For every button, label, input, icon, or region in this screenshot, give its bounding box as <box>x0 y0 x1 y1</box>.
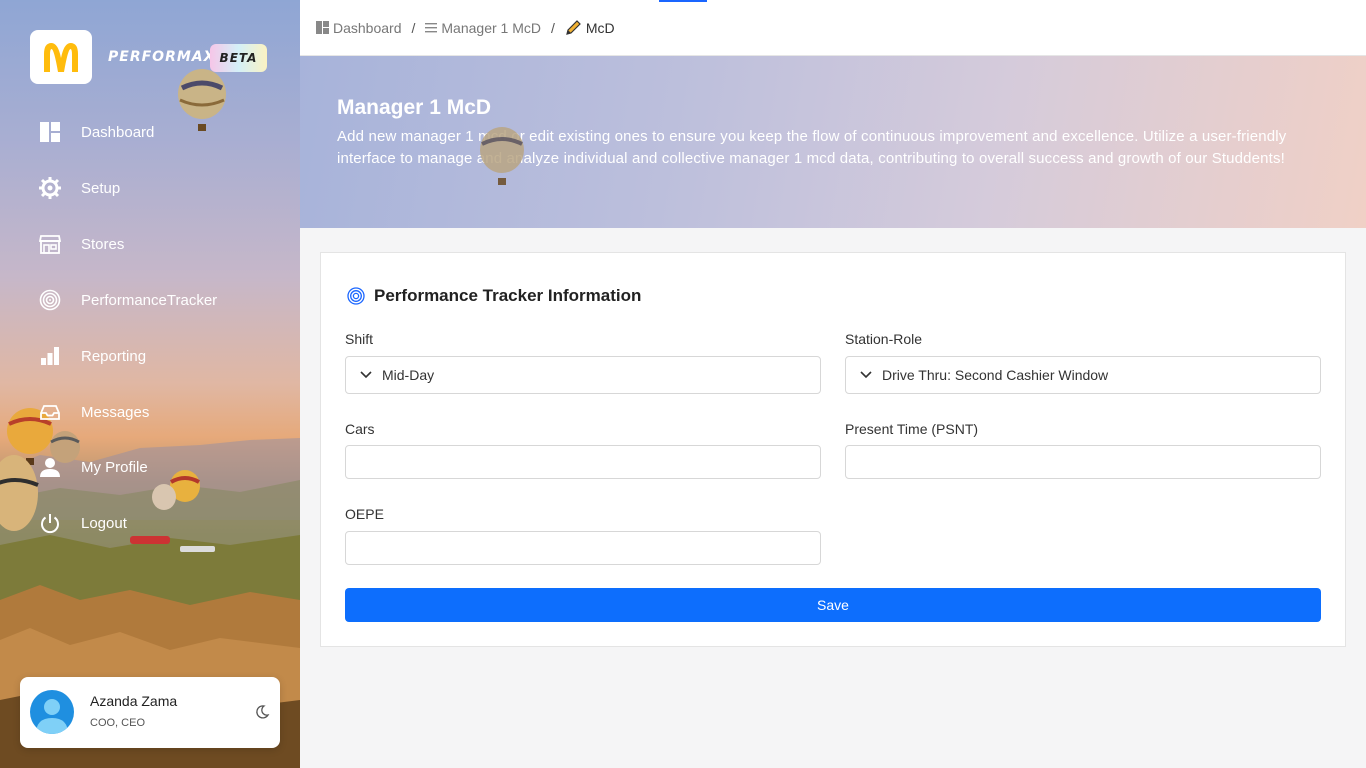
beta-badge: BETA <box>210 44 267 72</box>
power-icon <box>38 511 62 535</box>
chevron-down-icon <box>360 371 372 379</box>
oepe-input[interactable] <box>345 531 821 565</box>
breadcrumb-separator: / <box>411 19 416 36</box>
sidebar-item-label: Reporting <box>81 347 147 365</box>
sidebar-item-my-profile[interactable]: My Profile <box>38 453 148 481</box>
sidebar-item-dashboard[interactable]: Dashboard <box>38 118 154 146</box>
breadcrumb-current: McD <box>585 19 615 36</box>
gear-icon <box>38 176 62 200</box>
sidebar-item-logout[interactable]: Logout <box>38 509 127 537</box>
brand-name: PERFORMAX <box>108 49 216 65</box>
shift-value: Mid-Day <box>382 367 435 383</box>
user-icon <box>38 455 62 479</box>
breadcrumb-manager[interactable]: Manager 1 McD <box>441 20 541 36</box>
moon-icon[interactable] <box>254 704 270 725</box>
present-time-label: Present Time (PSNT) <box>845 421 979 437</box>
target-icon <box>38 288 62 312</box>
performance-tracker-form: Performance Tracker Information Shift Mi… <box>320 252 1346 647</box>
mcdonalds-logo[interactable] <box>30 30 92 84</box>
sidebar-item-label: Dashboard <box>81 123 155 141</box>
chevron-down-icon <box>860 371 872 379</box>
landscape-background <box>0 438 300 768</box>
dashboard-grid-icon <box>316 21 329 34</box>
station-role-label: Station-Role <box>845 331 923 347</box>
breadcrumb-separator: / <box>550 19 555 36</box>
user-name: Azanda Zama <box>90 693 178 709</box>
shift-select[interactable]: Mid-Day <box>345 356 821 394</box>
sidebar-item-label: Setup <box>81 179 121 197</box>
user-card[interactable]: Azanda Zama COO, CEO <box>20 677 280 748</box>
balloon-decoration <box>152 484 176 510</box>
user-role: COO, CEO <box>90 717 146 729</box>
station-role-value: Drive Thru: Second Cashier Window <box>882 367 1109 383</box>
avatar <box>30 690 74 734</box>
sidebar-item-label: Stores <box>81 235 125 253</box>
inbox-icon <box>38 400 62 424</box>
list-icon <box>425 22 438 33</box>
sidebar-item-reporting[interactable]: Reporting <box>38 342 146 370</box>
sidebar-item-messages[interactable]: Messages <box>38 398 149 426</box>
page-hero: Manager 1 McD Add new manager 1 mcd or e… <box>300 56 1366 228</box>
station-role-select[interactable]: Drive Thru: Second Cashier Window <box>845 356 1321 394</box>
store-icon <box>38 232 62 256</box>
balloon-decoration <box>0 455 39 531</box>
form-title: Performance Tracker Information <box>347 286 641 306</box>
present-time-input[interactable] <box>845 445 1321 479</box>
balloon-decoration <box>480 127 524 185</box>
oepe-label: OEPE <box>345 506 384 522</box>
dashboard-grid-icon <box>38 120 62 144</box>
breadcrumb-dashboard[interactable]: Dashboard <box>333 20 402 36</box>
sidebar-item-performancetracker[interactable]: PerformanceTracker <box>38 286 217 314</box>
page-title: Manager 1 McD <box>337 96 492 119</box>
sidebar-item-label: Messages <box>81 403 150 421</box>
save-button[interactable]: Save <box>345 588 1321 622</box>
cars-input[interactable] <box>345 445 821 479</box>
top-accent-line <box>659 0 707 2</box>
balloon-decoration <box>178 69 226 131</box>
sidebar-item-label: My Profile <box>81 458 148 476</box>
shift-label: Shift <box>345 331 374 347</box>
sidebar-item-label: Logout <box>81 514 127 532</box>
cars-label: Cars <box>345 421 375 437</box>
golden-arches-icon <box>44 43 78 72</box>
sidebar-item-setup[interactable]: Setup <box>38 174 120 202</box>
breadcrumb: Dashboard / Manager 1 McD / McD <box>316 19 615 36</box>
pencil-icon <box>565 19 582 36</box>
form-title-text: Performance Tracker Information <box>374 286 642 305</box>
top-bar: Dashboard / Manager 1 McD / McD <box>300 0 1366 56</box>
sidebar-item-label: PerformanceTracker <box>81 291 218 309</box>
target-icon <box>347 287 365 305</box>
bar-chart-icon <box>38 344 62 368</box>
sidebar: PERFORMAX BETA Dashboard Setup Stores Pe… <box>0 0 300 768</box>
sidebar-item-stores[interactable]: Stores <box>38 230 124 258</box>
